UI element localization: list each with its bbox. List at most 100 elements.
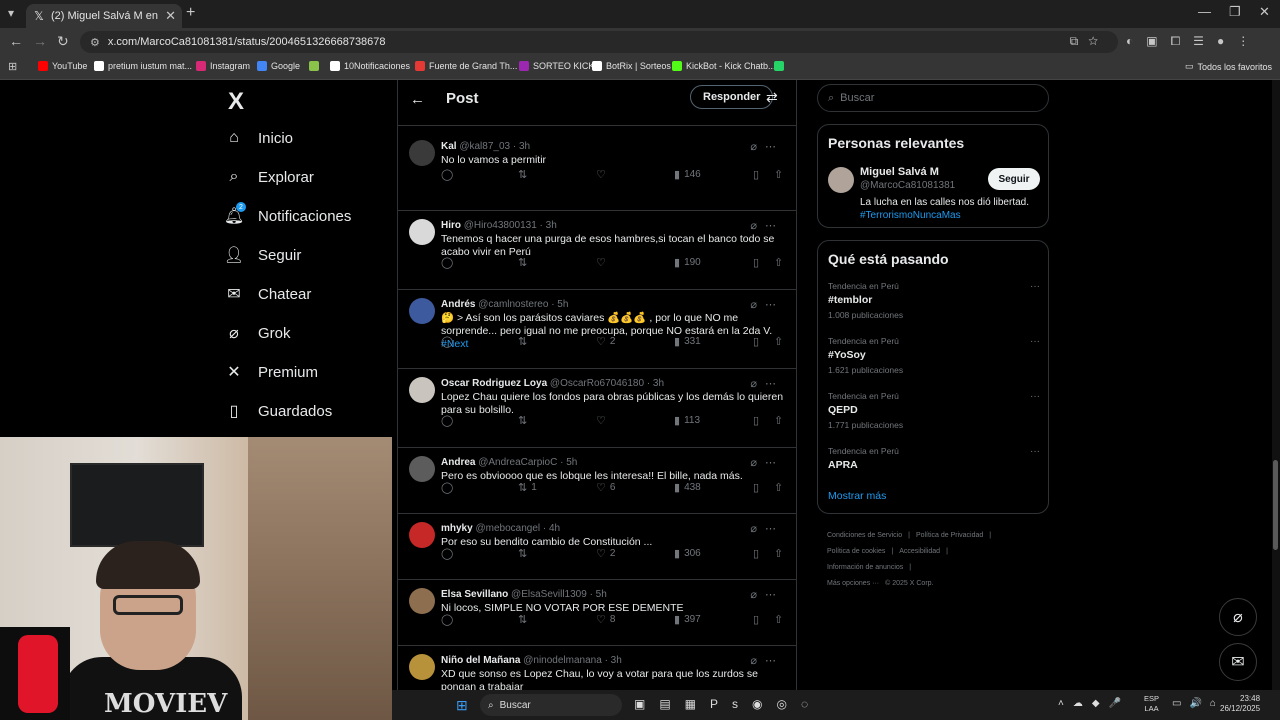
tweet[interactable]: mhyky @mebocangel · 4h ⌀⋯ Por eso su ben… bbox=[398, 514, 796, 580]
tweet-grok-more-icons[interactable]: ⌀⋯ bbox=[750, 654, 784, 667]
share-action[interactable]: ⇧ bbox=[774, 414, 787, 427]
nav-item-notificaciones[interactable]: 🔔︎ 2 Notificaciones bbox=[224, 202, 351, 227]
nav-item-premium[interactable]: ✕ Premium bbox=[224, 361, 318, 383]
bookmark-1[interactable]: pretium iustum mat... bbox=[94, 61, 192, 71]
trend-item[interactable]: Tendencia en Perú QEPD 1.771 publicacion… bbox=[828, 391, 1040, 430]
avatar[interactable] bbox=[409, 377, 435, 403]
footer-link[interactable]: Más opciones ··· bbox=[827, 580, 879, 587]
more-icon[interactable]: ··· bbox=[1030, 336, 1040, 347]
new-tab-button[interactable]: + bbox=[186, 4, 195, 22]
reply-action[interactable]: ◯ bbox=[441, 613, 457, 626]
more-icon[interactable]: ··· bbox=[1030, 281, 1040, 292]
footer-link[interactable]: Política de cookies bbox=[827, 548, 885, 555]
apps-grid-icon[interactable]: ⊞ bbox=[8, 60, 17, 73]
tweet[interactable]: Niño del Mañana @ninodelmanana · 3h ⌀⋯ X… bbox=[398, 646, 796, 690]
tweet-grok-more-icons[interactable]: ⌀⋯ bbox=[750, 522, 784, 535]
bookmark-action[interactable]: ▯ bbox=[753, 613, 763, 626]
tweet-grok-more-icons[interactable]: ⌀⋯ bbox=[750, 140, 784, 153]
filter-icon[interactable]: ⇄ bbox=[766, 89, 778, 106]
language-indicator[interactable]: ESP LAA bbox=[1144, 694, 1159, 714]
nav-item-chatear[interactable]: ✉ Chatear bbox=[224, 283, 311, 305]
tweet-time[interactable]: · 3h bbox=[605, 655, 622, 666]
tab-close-icon[interactable]: ✕ bbox=[165, 8, 176, 24]
bookmark-action[interactable]: ▯ bbox=[753, 414, 763, 427]
browser-tab[interactable]: 𝕏 (2) Miguel Salvá M en X: " ✕ bbox=[26, 4, 182, 28]
scrollbar[interactable] bbox=[1272, 80, 1280, 690]
reply-action[interactable]: ◯ bbox=[441, 168, 457, 181]
tweet-time[interactable]: · 5h bbox=[560, 457, 577, 468]
nav-item-inicio[interactable]: ⌂ Inicio bbox=[224, 127, 293, 149]
tweet-author[interactable]: Elsa Sevillano bbox=[441, 589, 508, 600]
bookmark-action[interactable]: ▯ bbox=[753, 335, 763, 348]
system-tray-icons[interactable]: ˄☁◆🎤 bbox=[1058, 698, 1130, 709]
like-action[interactable]: ♡ 6 bbox=[596, 481, 615, 494]
like-action[interactable]: ♡ 8 bbox=[596, 613, 615, 626]
tweet[interactable]: Kal @kal87_03 · 3h ⌀⋯ No lo vamos a perm… bbox=[398, 132, 796, 211]
bookmark-2[interactable]: Instagram bbox=[196, 61, 250, 71]
footer-link[interactable]: Condiciones de Servicio bbox=[827, 532, 902, 539]
tweet-time[interactable]: · 3h bbox=[647, 378, 664, 389]
views-action[interactable]: ▮ 438 bbox=[674, 481, 701, 494]
footer-link[interactable]: Política de Privacidad bbox=[916, 532, 983, 539]
avatar[interactable] bbox=[409, 219, 435, 245]
tweet-handle[interactable]: @kal87_03 bbox=[459, 141, 510, 152]
views-action[interactable]: ▮ 331 bbox=[674, 335, 701, 348]
taskbar-app-icons[interactable]: ▣▤▦Ps◉◎◌ bbox=[634, 697, 822, 711]
tweet-handle[interactable]: @AndreaCarpioC bbox=[478, 457, 557, 468]
repost-action[interactable]: ⇅ bbox=[518, 256, 531, 269]
repost-action[interactable]: ⇅ bbox=[518, 414, 531, 427]
reply-action[interactable]: ◯ bbox=[441, 481, 457, 494]
like-action[interactable]: ♡ bbox=[596, 414, 610, 427]
reload-icon[interactable]: ↻ bbox=[57, 33, 69, 50]
site-info-icon[interactable]: ⚙ bbox=[90, 36, 100, 49]
bookmark-3[interactable]: Google bbox=[257, 61, 300, 71]
back-icon[interactable]: ← bbox=[9, 33, 23, 49]
more-icon[interactable]: ··· bbox=[1030, 391, 1040, 402]
taskbar-search[interactable]: ⌕ Buscar bbox=[480, 694, 622, 716]
reply-action[interactable]: ◯ bbox=[441, 335, 457, 348]
reply-action[interactable]: ◯ bbox=[441, 256, 457, 269]
tweet-time[interactable]: · 3h bbox=[540, 220, 557, 231]
reply-action[interactable]: ◯ bbox=[441, 547, 457, 560]
like-action[interactable]: ♡ bbox=[596, 168, 610, 181]
repost-action[interactable]: ⇅ bbox=[518, 335, 531, 348]
relevant-name[interactable]: Miguel Salvá M bbox=[860, 166, 939, 178]
views-action[interactable]: ▮ 113 bbox=[674, 414, 700, 427]
network-volume-icons[interactable]: ▭🔊⌂ bbox=[1172, 698, 1224, 709]
tweet-handle[interactable]: @mebocangel bbox=[475, 523, 540, 534]
tweet-handle[interactable]: @ninodelmanana bbox=[523, 655, 602, 666]
tweet-author[interactable]: Hiro bbox=[441, 220, 461, 231]
share-action[interactable]: ⇧ bbox=[774, 547, 787, 560]
views-action[interactable]: ▮ 190 bbox=[674, 256, 701, 269]
tweet-time[interactable]: · 5h bbox=[590, 589, 607, 600]
reply-button[interactable]: Responder bbox=[690, 85, 774, 109]
relevant-handle[interactable]: @MarcoCa81081381 bbox=[860, 180, 955, 191]
avatar[interactable] bbox=[828, 167, 854, 193]
tweet-handle[interactable]: @camlnostereo bbox=[478, 299, 548, 310]
bookmark-action[interactable]: ▯ bbox=[753, 256, 763, 269]
messages-float-icon[interactable]: ✉ bbox=[1219, 643, 1257, 681]
nav-item-explorar[interactable]: ⌕ Explorar bbox=[224, 166, 314, 188]
search-input[interactable]: ⌕ Buscar bbox=[817, 84, 1049, 112]
bookmark-5[interactable]: 10Notificaciones bbox=[330, 61, 410, 71]
repost-action[interactable]: ⇅ bbox=[518, 613, 531, 626]
minimize-icon[interactable]: — bbox=[1198, 4, 1211, 19]
restore-icon[interactable]: ❐ bbox=[1229, 4, 1241, 20]
share-action[interactable]: ⇧ bbox=[774, 168, 787, 181]
bookmark-action[interactable]: ▯ bbox=[753, 168, 763, 181]
tweet-grok-more-icons[interactable]: ⌀⋯ bbox=[750, 298, 784, 311]
grok-float-icon[interactable]: ⌀ bbox=[1219, 598, 1257, 636]
bookmark-6[interactable]: Fuente de Grand Th... bbox=[415, 61, 517, 71]
bookmark-7[interactable]: SORTEO KICK bbox=[519, 61, 594, 71]
bookmark-0[interactable]: YouTube bbox=[38, 61, 87, 71]
star-icon[interactable]: ⧉☆ bbox=[1070, 34, 1108, 49]
tweet-grok-more-icons[interactable]: ⌀⋯ bbox=[750, 377, 784, 390]
avatar[interactable] bbox=[409, 456, 435, 482]
tweet[interactable]: Andrés @camlnostereo · 5h ⌀⋯ 🤔 > Así son… bbox=[398, 290, 796, 369]
tweet[interactable]: Hiro @Hiro43800131 · 3h ⌀⋯ Tenemos q hac… bbox=[398, 211, 796, 290]
tweet-author[interactable]: Niño del Mañana bbox=[441, 655, 520, 666]
tweet-author[interactable]: Oscar Rodriguez Loya bbox=[441, 378, 547, 389]
tweet[interactable]: Elsa Sevillano @ElsaSevill1309 · 5h ⌀⋯ N… bbox=[398, 580, 796, 646]
tweet[interactable]: Oscar Rodriguez Loya @OscarRo67046180 · … bbox=[398, 369, 796, 448]
tweet-handle[interactable]: @Hiro43800131 bbox=[464, 220, 537, 231]
